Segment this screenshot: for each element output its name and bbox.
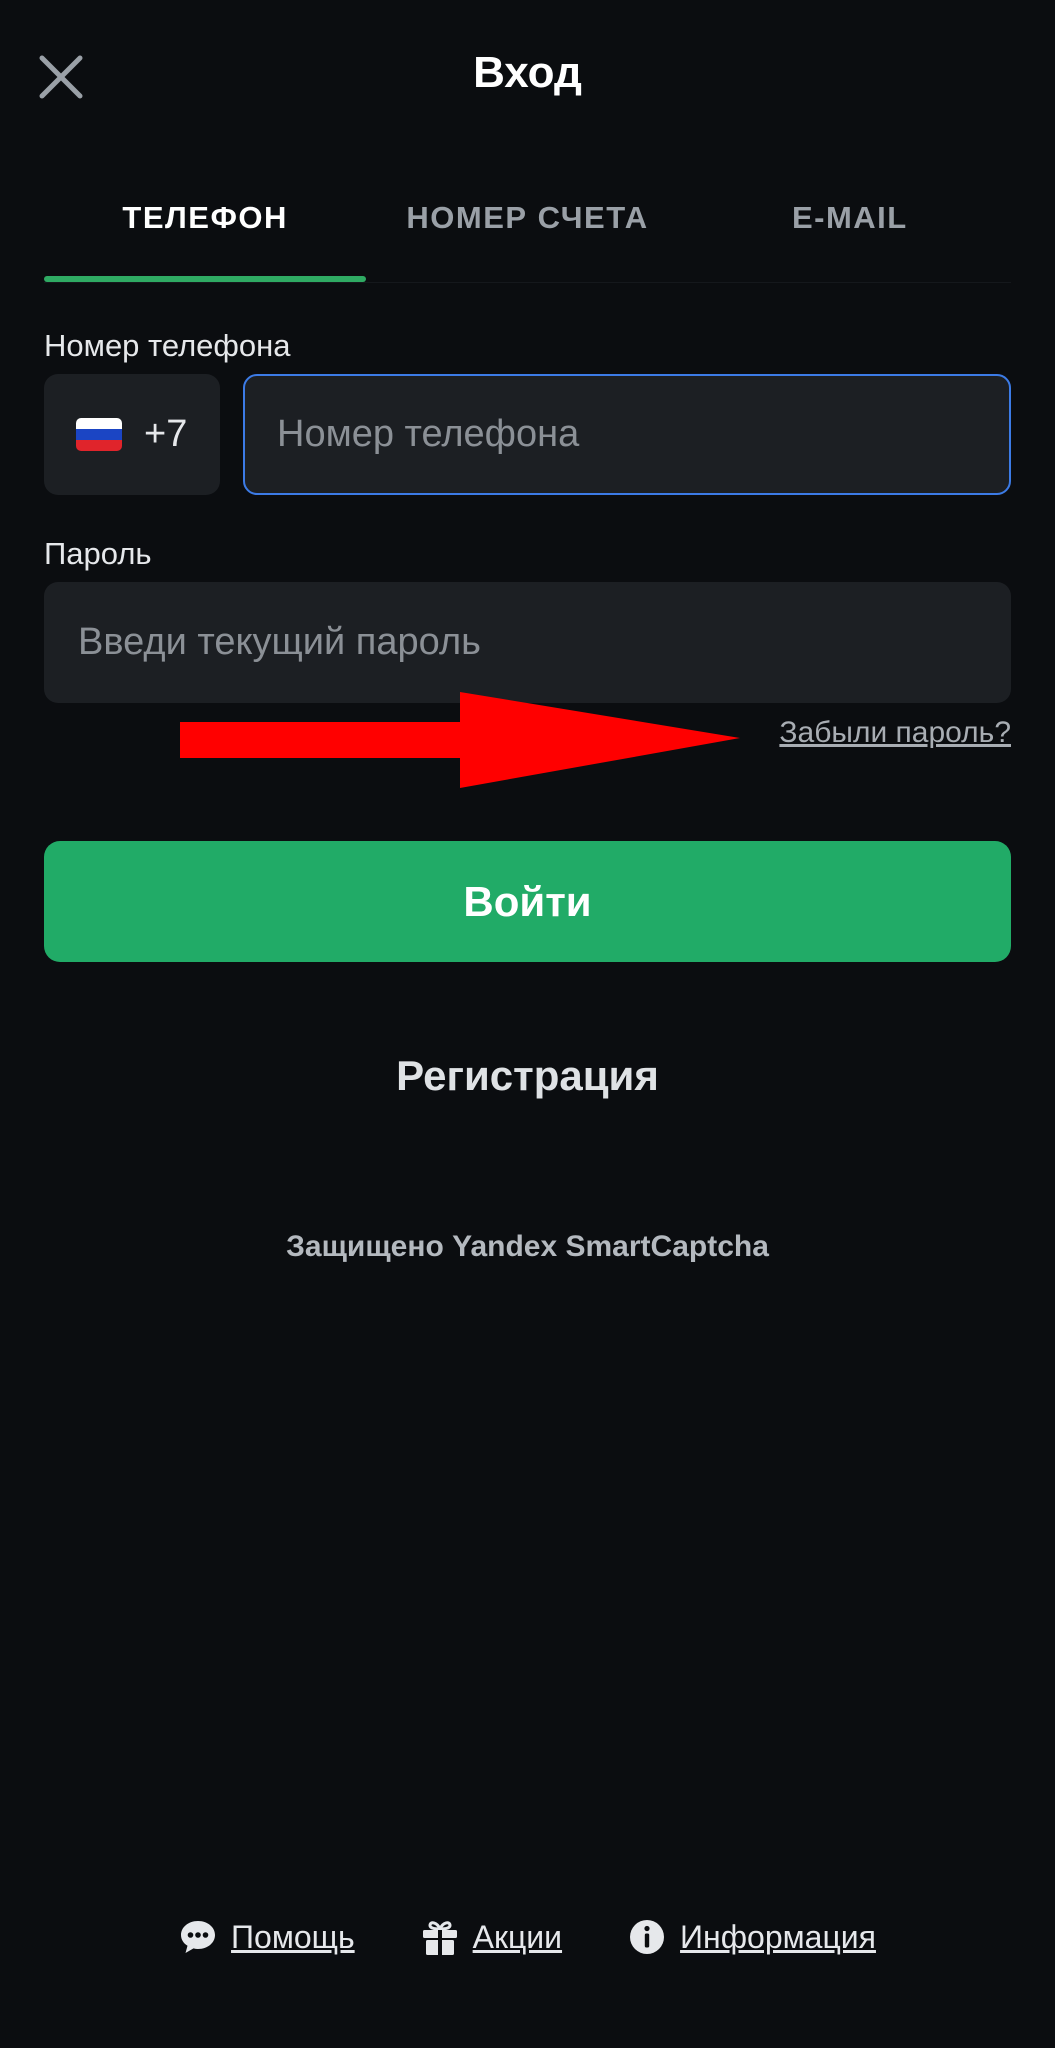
info-label: Информация: [680, 1918, 876, 1955]
phone-input[interactable]: [243, 374, 1011, 495]
forgot-password-link[interactable]: Забыли пароль?: [779, 716, 1011, 750]
password-label: Пароль: [44, 536, 152, 571]
page-title: Вход: [473, 48, 582, 97]
captcha-notice: Защищено Yandex SmartCaptcha: [286, 1230, 769, 1263]
promotions-label: Акции: [472, 1918, 563, 1955]
help-label: Помощь: [231, 1918, 355, 1955]
info-icon: [630, 1920, 665, 1954]
register-link[interactable]: Регистрация: [0, 1052, 1055, 1100]
promotions-link[interactable]: Акции: [421, 1918, 562, 1956]
help-link[interactable]: Помощь: [179, 1919, 355, 1956]
tab-account-number[interactable]: НОМЕР СЧЕТА: [366, 180, 688, 282]
country-code: +7: [144, 413, 188, 455]
chat-bubble-icon: [181, 1921, 216, 1953]
footer-links: Помощь Акции Информация: [0, 1918, 1055, 1956]
tab-email-label: E-MAIL: [791, 200, 908, 235]
tab-phone-label: ТЕЛЕФОН: [122, 200, 288, 235]
login-button[interactable]: Войти: [44, 841, 1011, 962]
tab-account-number-label: НОМЕР СЧЕТА: [406, 200, 649, 235]
active-tab-indicator: [44, 276, 367, 282]
info-link[interactable]: Информация: [628, 1918, 876, 1956]
password-input[interactable]: [44, 582, 1011, 703]
red-arrow-right: [180, 692, 740, 788]
tab-email[interactable]: E-MAIL: [689, 180, 1011, 282]
tab-phone[interactable]: ТЕЛЕФОН: [44, 180, 367, 282]
gift-icon: [422, 1921, 457, 1955]
russia-flag-icon: [76, 418, 122, 451]
country-code-selector[interactable]: +7: [44, 374, 220, 495]
login-method-tabs: ТЕЛЕФОН НОМЕР СЧЕТА E-MAIL: [44, 180, 1011, 283]
phone-label: Номер телефона: [44, 328, 291, 363]
